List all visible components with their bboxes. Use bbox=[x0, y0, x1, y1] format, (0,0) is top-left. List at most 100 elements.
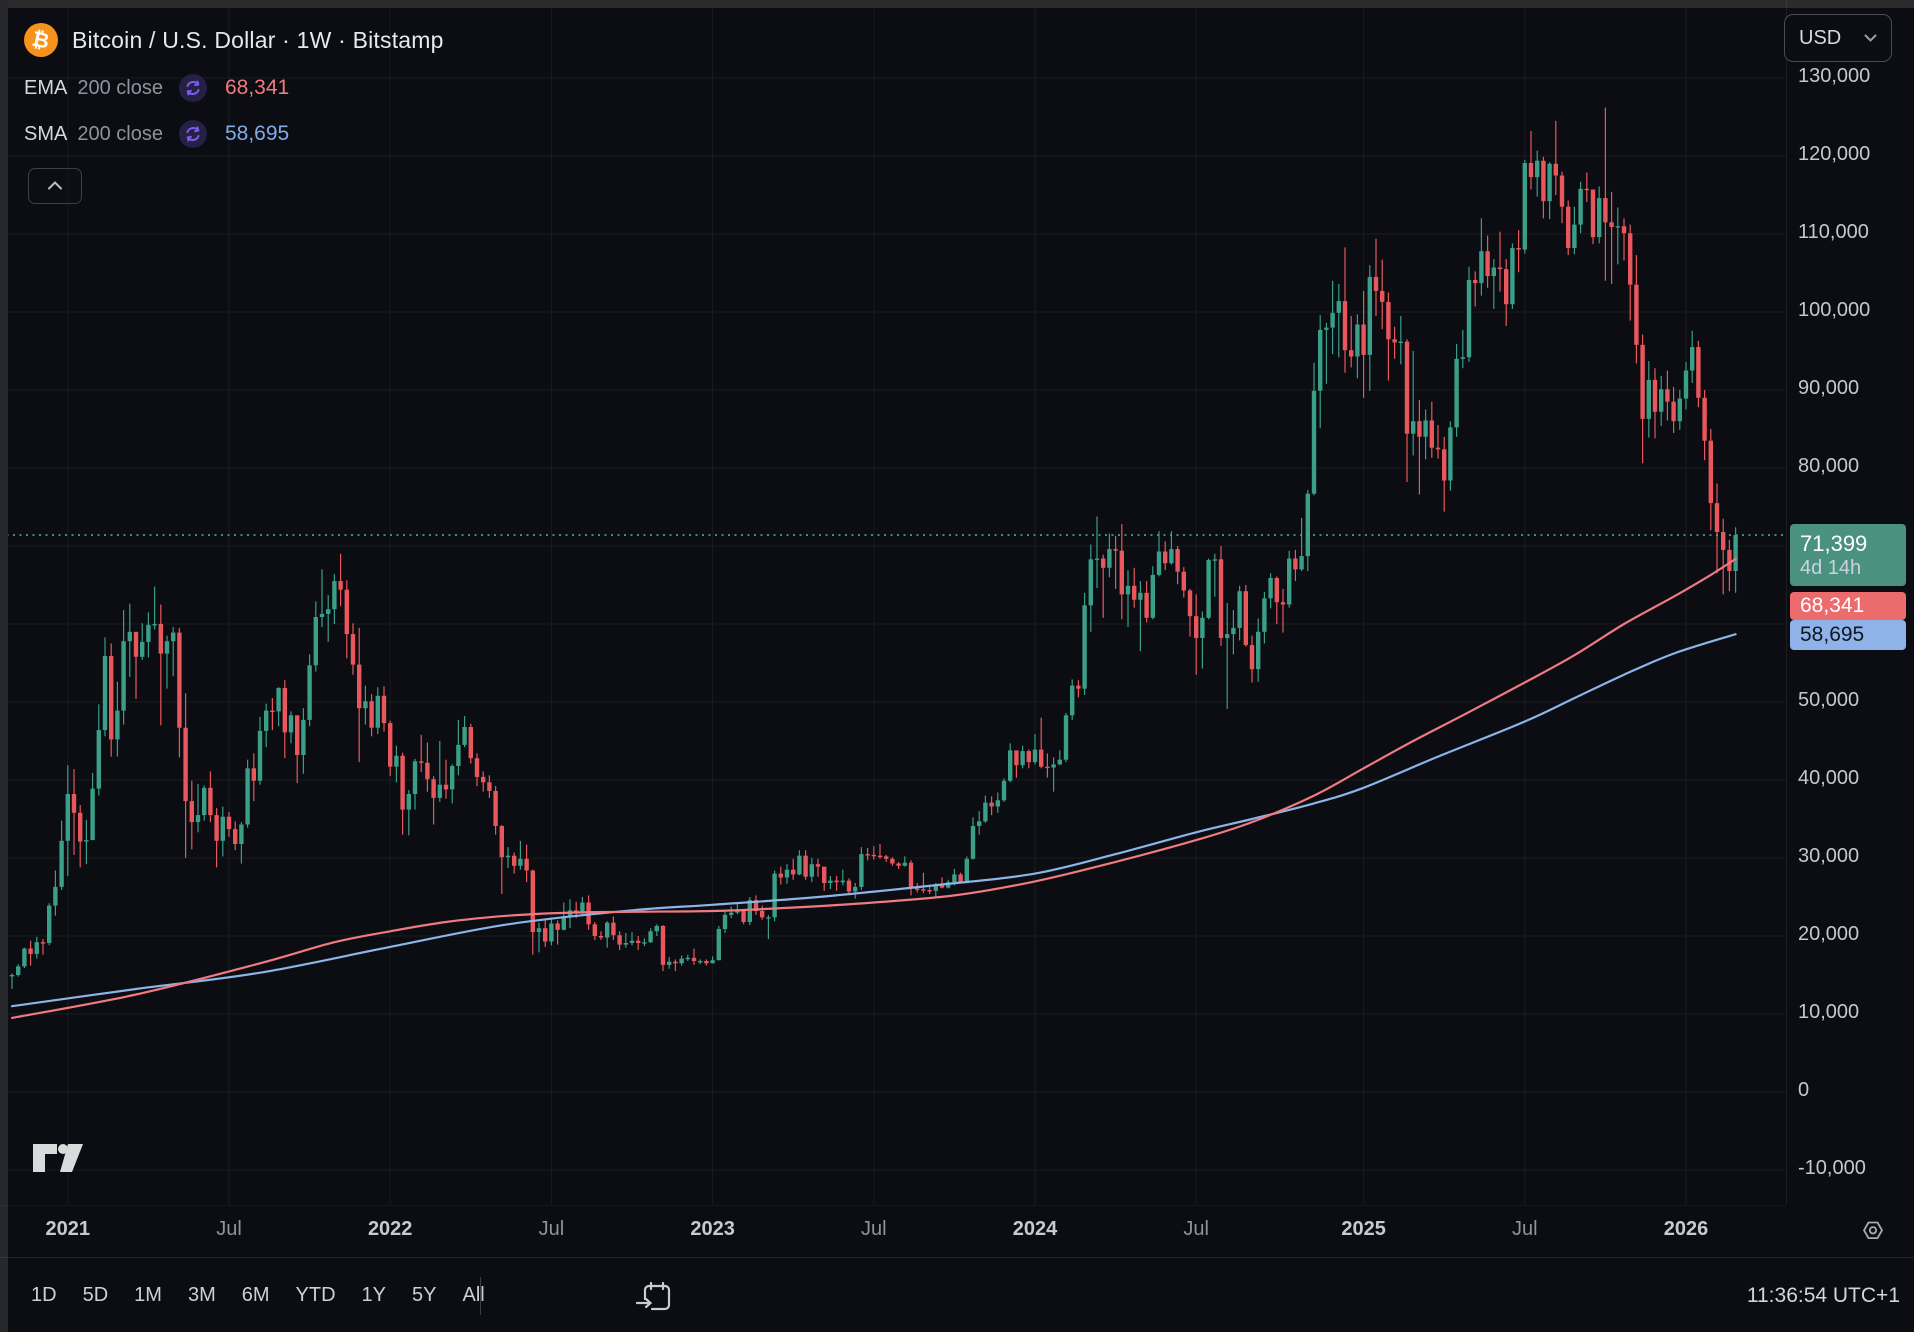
candle-body bbox=[66, 794, 70, 841]
price-axis[interactable]: -10,000010,00020,00030,00040,00050,00060… bbox=[1786, 0, 1914, 1205]
candle-body bbox=[1113, 549, 1117, 551]
candle-body bbox=[580, 903, 584, 913]
candle-body bbox=[865, 854, 869, 855]
range-button-1m[interactable]: 1M bbox=[121, 1278, 175, 1313]
candle-body bbox=[487, 782, 491, 791]
range-button-3m[interactable]: 3M bbox=[175, 1278, 229, 1313]
candle-body bbox=[717, 929, 721, 960]
candle-body bbox=[1659, 389, 1663, 412]
candle-body bbox=[1076, 686, 1080, 689]
time-tick-label-2023: 2023 bbox=[668, 1218, 758, 1241]
candle-body bbox=[407, 794, 411, 810]
candle-body bbox=[1293, 559, 1297, 570]
candle-body bbox=[655, 926, 659, 931]
range-button-5d[interactable]: 5D bbox=[70, 1278, 122, 1313]
range-button-1y[interactable]: 1Y bbox=[349, 1278, 399, 1313]
legend-collapse-button[interactable] bbox=[28, 168, 82, 204]
price-tick-label: 50,000 bbox=[1798, 689, 1859, 712]
range-button-1d[interactable]: 1D bbox=[18, 1278, 70, 1313]
candle-body bbox=[1355, 325, 1359, 357]
range-button-5y[interactable]: 5Y bbox=[399, 1278, 449, 1313]
candle-body bbox=[1033, 750, 1037, 763]
candle-body bbox=[1380, 291, 1384, 302]
candle-body bbox=[320, 614, 324, 617]
candle-body bbox=[1225, 634, 1229, 638]
candle-body bbox=[543, 928, 547, 941]
candle-body bbox=[915, 888, 919, 889]
candle-body bbox=[537, 928, 541, 932]
candle-body bbox=[289, 715, 293, 732]
candle-body bbox=[481, 777, 485, 782]
candle-body bbox=[1430, 420, 1434, 447]
candle-body bbox=[115, 711, 119, 740]
candle-body bbox=[1287, 559, 1291, 605]
calendar-icon bbox=[634, 1305, 678, 1322]
candle-body bbox=[332, 581, 336, 609]
currency-dropdown[interactable]: USD bbox=[1784, 14, 1892, 62]
tradingview-logo[interactable] bbox=[32, 1142, 84, 1179]
candle-body bbox=[1020, 751, 1024, 765]
candle-body bbox=[1349, 350, 1353, 356]
indicator-params: 200 close bbox=[77, 123, 163, 146]
candle-body bbox=[741, 910, 745, 922]
candle-body bbox=[903, 863, 907, 866]
candle-body bbox=[512, 856, 516, 866]
indicator-row-sma[interactable]: SMA 200 close 58,695 bbox=[24, 114, 444, 154]
candle-body bbox=[1132, 586, 1136, 600]
candle-body bbox=[760, 911, 764, 917]
candle-body bbox=[549, 924, 553, 942]
sma-badge-value: 58,695 bbox=[1790, 623, 1906, 647]
candle-body bbox=[611, 923, 615, 936]
candle-body bbox=[698, 961, 702, 962]
candle-body bbox=[208, 788, 212, 815]
candle-body bbox=[630, 941, 634, 943]
symbol-title-row[interactable]: ₿ Bitcoin / U.S. Dollar · 1W · Bitstamp bbox=[24, 18, 444, 62]
price-chart[interactable] bbox=[0, 0, 1786, 1205]
candle-body bbox=[183, 728, 187, 801]
range-button-all[interactable]: All bbox=[449, 1278, 497, 1313]
clock-display[interactable]: 11:36:54 UTC+1 bbox=[1747, 1258, 1900, 1332]
indicator-row-ema[interactable]: EMA 200 close 68,341 bbox=[24, 68, 444, 108]
candle-body bbox=[177, 633, 181, 728]
candle-body bbox=[1547, 164, 1551, 201]
candle-body bbox=[419, 761, 423, 763]
candle-body bbox=[661, 926, 665, 965]
candle-body bbox=[1231, 628, 1235, 634]
candle-body bbox=[1262, 598, 1266, 632]
candle-body bbox=[562, 917, 566, 930]
candle-body bbox=[382, 696, 386, 723]
candle-body bbox=[146, 625, 150, 642]
candle-body bbox=[971, 826, 975, 859]
indicator-params: 200 close bbox=[77, 77, 163, 100]
candle-body bbox=[59, 841, 63, 887]
candle-body bbox=[1479, 251, 1483, 283]
candle-body bbox=[363, 701, 367, 708]
candle-body bbox=[109, 656, 113, 739]
candle-body bbox=[766, 917, 770, 918]
candle-body bbox=[896, 864, 900, 866]
symbol-title[interactable]: Bitcoin / U.S. Dollar · 1W · Bitstamp bbox=[72, 27, 444, 54]
candle-body bbox=[958, 874, 962, 882]
candle-body bbox=[1027, 751, 1031, 762]
time-tick-label-2021: 2021 bbox=[23, 1218, 113, 1241]
candle-body bbox=[599, 936, 603, 938]
candle-body bbox=[679, 959, 683, 964]
time-axis[interactable]: 2021Jul2022Jul2023Jul2024Jul2025Jul2026 bbox=[0, 1205, 1786, 1258]
candle-body bbox=[1120, 551, 1124, 595]
goto-date-button[interactable] bbox=[634, 1274, 678, 1318]
candle-body bbox=[1014, 750, 1018, 765]
range-button-ytd[interactable]: YTD bbox=[283, 1278, 349, 1313]
candle-body bbox=[1361, 325, 1365, 355]
candle-body bbox=[1733, 535, 1737, 571]
candle-body bbox=[90, 789, 94, 841]
candle-body bbox=[1473, 280, 1477, 283]
candle-body bbox=[1250, 645, 1254, 669]
gear-icon[interactable] bbox=[1852, 1211, 1894, 1253]
candle-body bbox=[1467, 280, 1471, 357]
candle-body bbox=[171, 633, 175, 642]
candle-body bbox=[233, 829, 237, 844]
range-button-6m[interactable]: 6M bbox=[229, 1278, 283, 1313]
candle-body bbox=[1107, 549, 1111, 568]
candle-body bbox=[159, 624, 163, 654]
candle-body bbox=[803, 856, 807, 877]
